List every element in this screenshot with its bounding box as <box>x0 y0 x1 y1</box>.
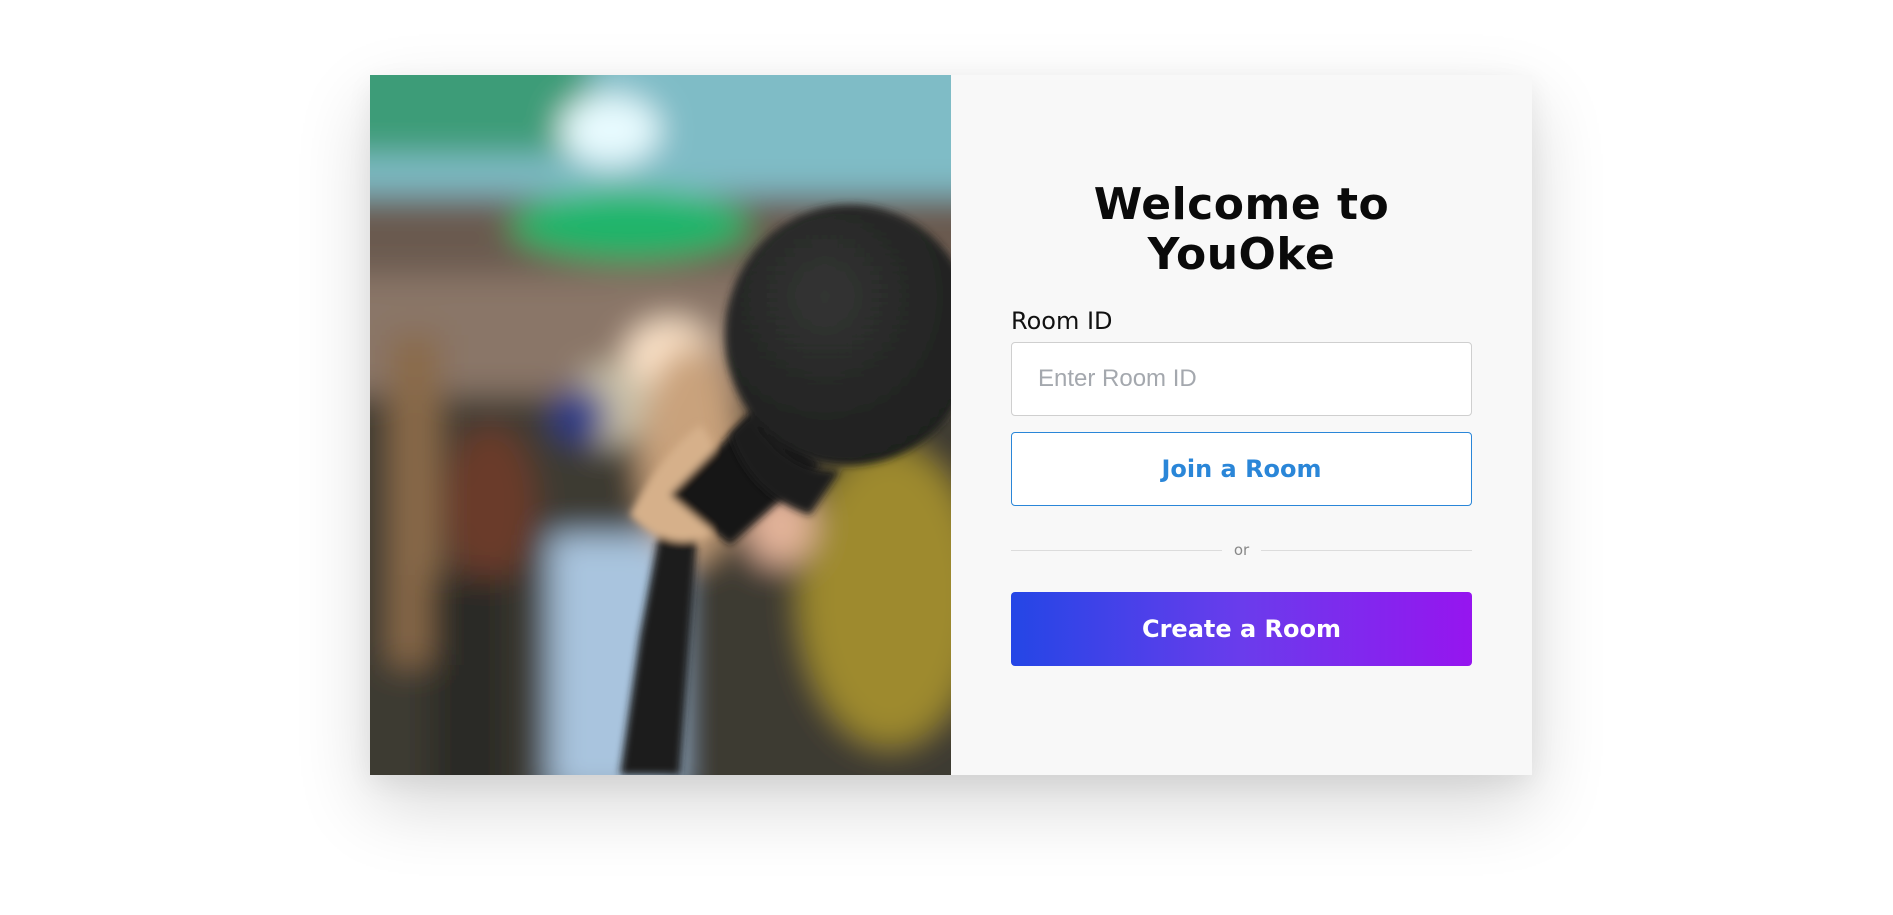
title-line-1: Welcome to <box>1093 179 1390 230</box>
join-room-button[interactable]: Join a Room <box>1011 432 1472 506</box>
welcome-card: Welcome to YouOke Room ID Join a Room or… <box>370 75 1532 775</box>
room-id-input[interactable] <box>1011 342 1472 416</box>
create-room-button[interactable]: Create a Room <box>1011 592 1472 666</box>
form-pane: Welcome to YouOke <box>951 75 1532 775</box>
divider-line-left <box>1011 549 1222 551</box>
divider-line-right <box>1261 549 1473 551</box>
divider-text: or <box>1233 541 1250 559</box>
title-line-2: YouOke <box>1147 229 1336 280</box>
page-title: Welcome to YouOke <box>951 180 1532 280</box>
karaoke-microphone-photo <box>370 75 951 775</box>
room-id-label: Room ID <box>1011 307 1113 335</box>
page: Welcome to YouOke Room ID Join a Room or… <box>0 0 1893 915</box>
or-divider: or <box>1011 540 1473 560</box>
